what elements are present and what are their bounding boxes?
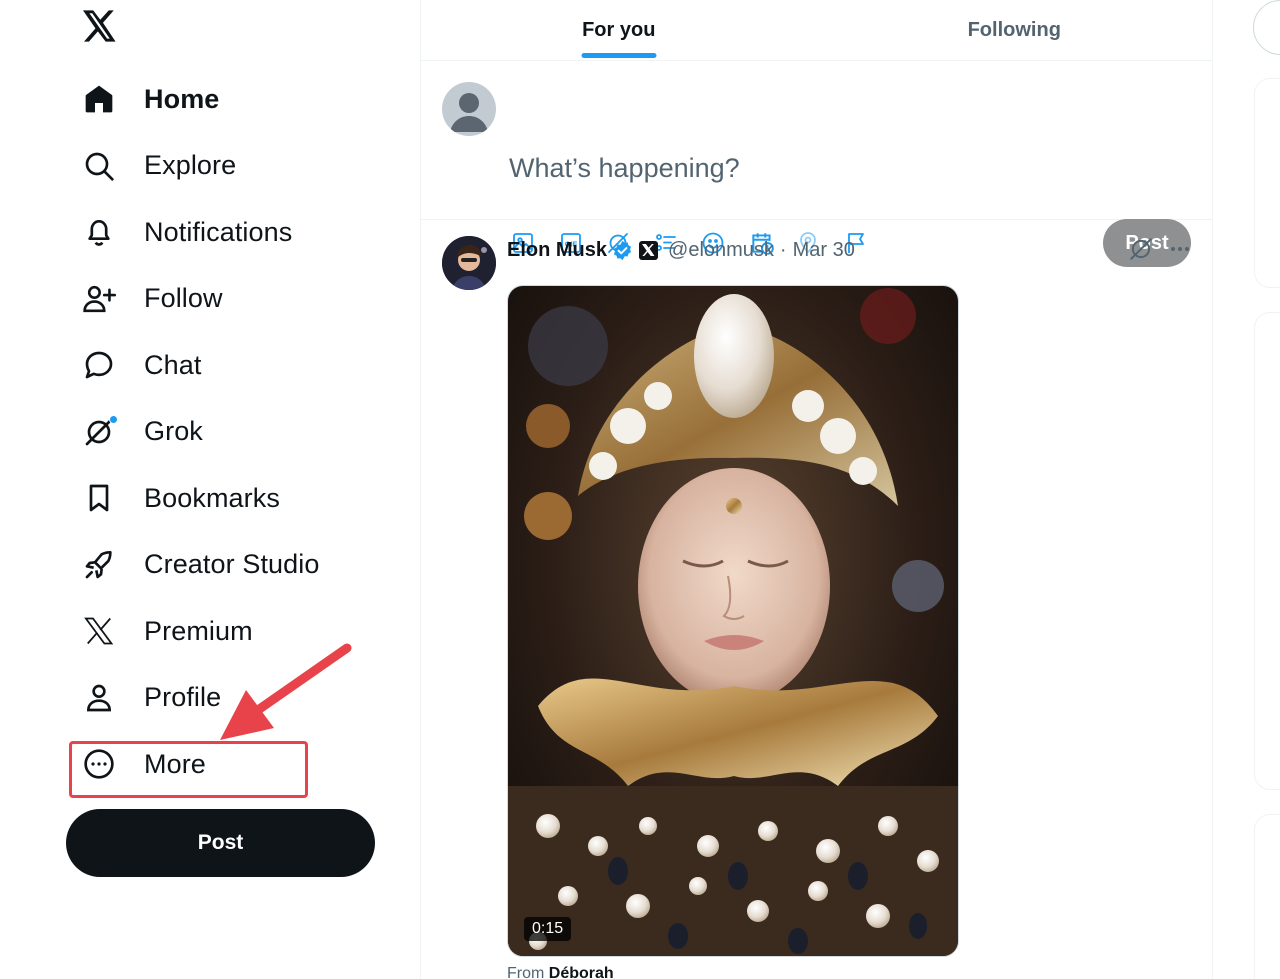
nav-item-chat[interactable]: Chat — [80, 332, 410, 399]
tweet-date[interactable]: Mar 30 — [793, 239, 855, 262]
from-author[interactable]: Déborah — [549, 965, 614, 979]
left-sidebar: Home Explore Notifications Follow Chat G… — [0, 0, 420, 979]
bell-icon — [80, 213, 118, 251]
nav-label-grok: Grok — [144, 416, 203, 447]
nav-item-creator-studio[interactable]: Creator Studio — [80, 532, 410, 599]
post-composer: What’s happening? GIF Post — [421, 61, 1212, 267]
nav-label-home: Home — [144, 83, 220, 114]
video-thumbnail — [508, 286, 958, 956]
author-name[interactable]: Elon Musk — [507, 239, 607, 262]
user-avatar[interactable] — [442, 82, 496, 136]
bookmark-icon — [80, 479, 118, 517]
tab-following[interactable]: Following — [817, 0, 1213, 60]
x-logo-icon — [80, 612, 118, 650]
post-button[interactable]: Post — [66, 809, 375, 877]
x-logo-icon[interactable] — [80, 6, 120, 46]
nav-label-explore: Explore — [144, 150, 237, 181]
meta-separator: · — [779, 238, 787, 261]
from-prefix: From — [507, 965, 545, 979]
nav-item-notifications[interactable]: Notifications — [80, 199, 410, 266]
video-source-line: From Déborah — [507, 965, 614, 979]
author-handle[interactable]: @elonmusk — [668, 239, 774, 262]
tweet-header: Elon Musk @elonmusk · Mar 30 — [507, 237, 855, 263]
video-player[interactable]: 0:15 — [507, 285, 959, 957]
annotation-highlight-box — [69, 741, 308, 798]
right-card-who-to-follow — [1254, 814, 1280, 979]
search-icon — [80, 147, 118, 185]
active-tab-indicator — [581, 53, 657, 58]
right-card-trends — [1254, 312, 1280, 790]
more-options-icon[interactable] — [1168, 237, 1192, 266]
tab-label-for-you: For you — [582, 18, 656, 41]
notification-dot — [109, 414, 118, 424]
nav-item-follow[interactable]: Follow — [80, 266, 410, 333]
verified-badge-icon — [612, 240, 633, 261]
nav-label-follow: Follow — [144, 283, 223, 314]
annotation-arrow — [220, 643, 352, 740]
nav-label-notifications: Notifications — [144, 216, 293, 247]
nav-item-grok[interactable]: Grok — [80, 399, 410, 466]
main-timeline: For you Following What’s happening? GIF — [420, 0, 1213, 979]
person-icon — [80, 679, 118, 717]
x-affiliate-badge-icon — [639, 240, 659, 260]
home-icon — [80, 80, 118, 118]
video-duration: 0:15 — [524, 917, 572, 941]
rocket-icon — [80, 546, 118, 584]
compose-input[interactable]: What’s happening? — [509, 153, 740, 184]
nav-label-chat: Chat — [144, 349, 202, 380]
tab-for-you[interactable]: For you — [421, 0, 817, 60]
grok-icon[interactable] — [1128, 236, 1154, 267]
nav-label-bookmarks: Bookmarks — [144, 482, 280, 513]
nav-item-explore[interactable]: Explore — [80, 133, 410, 200]
nav-item-bookmarks[interactable]: Bookmarks — [80, 465, 410, 532]
tweet-actions — [1128, 236, 1192, 267]
avatar[interactable] — [442, 236, 496, 290]
search-box[interactable] — [1253, 0, 1280, 55]
tab-label-following: Following — [967, 18, 1061, 41]
nav-item-home[interactable]: Home — [80, 66, 410, 133]
right-card-premium — [1254, 78, 1280, 288]
timeline-tabs: For you Following — [421, 0, 1212, 61]
nav-label-creator-studio: Creator Studio — [144, 549, 320, 580]
add-person-icon — [80, 280, 118, 318]
grok-icon — [80, 413, 118, 451]
chat-bubble-icon — [80, 346, 118, 384]
